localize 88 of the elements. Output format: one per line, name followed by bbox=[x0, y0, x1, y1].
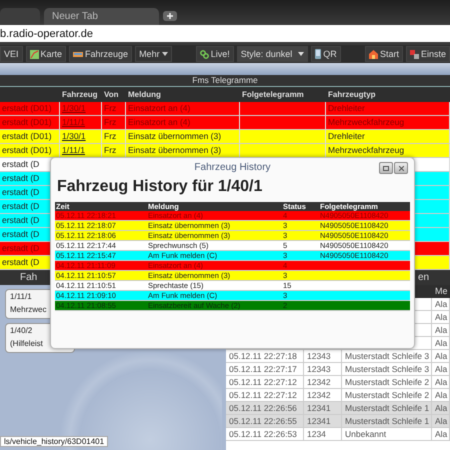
table-cell: 12341 bbox=[304, 402, 342, 415]
table-cell: Einsatz übernommen (3) bbox=[126, 130, 240, 144]
close-button[interactable] bbox=[394, 162, 408, 174]
table-cell: Musterstadt Schleife 2 bbox=[342, 376, 432, 389]
table-cell: Ala bbox=[432, 298, 450, 311]
table-cell: erstadt (D01) bbox=[0, 130, 60, 144]
table-cell: Musterstadt Schleife 2 bbox=[342, 389, 432, 402]
table-cell: Frz bbox=[102, 144, 126, 158]
table-cell: Ala bbox=[432, 337, 450, 350]
table-cell: 12342 bbox=[304, 376, 342, 389]
link-icon bbox=[200, 50, 209, 58]
address-field[interactable]: b.radio-operator.de bbox=[0, 25, 450, 45]
house-icon bbox=[368, 50, 378, 58]
table-cell: 12343 bbox=[304, 363, 342, 376]
table-cell: 05.12.11 22:27:12 bbox=[226, 376, 304, 389]
dialog-heading: Fahrzeug History für 1/40/1 bbox=[57, 178, 262, 196]
table-cell: 05.12.11 22:27:12 bbox=[226, 389, 304, 402]
toolbar-button[interactable]: Karte bbox=[26, 46, 66, 62]
maximize-button[interactable] bbox=[379, 162, 393, 174]
table-cell: 05.12.11 22:27:17 bbox=[226, 363, 304, 376]
column-header: Fahrzeugtyp bbox=[326, 87, 450, 102]
table-cell: Ala bbox=[432, 350, 450, 363]
plus-icon bbox=[167, 13, 173, 19]
dialog-title: Fahrzeug History bbox=[194, 162, 271, 175]
status-url: ls/vehicle_history/63D01401 bbox=[0, 436, 108, 447]
table-cell: Mehrzweckfahrzeug bbox=[326, 116, 450, 130]
vehicle-icon bbox=[73, 50, 84, 58]
settings-icon bbox=[410, 50, 419, 58]
table-cell: Einsatz übernommen (3) bbox=[126, 144, 240, 158]
toolbar-button[interactable]: Start bbox=[364, 46, 403, 62]
vehicle-link[interactable]: 1/30/1 bbox=[62, 131, 86, 141]
menu-button[interactable]: Mehr bbox=[135, 46, 172, 62]
table-cell: Einsatzort an (4) bbox=[126, 102, 240, 116]
table-cell: 05.12.11 22:26:56 bbox=[226, 402, 304, 415]
column-header: Fahrzeug bbox=[60, 87, 102, 102]
table-cell: Ala bbox=[432, 363, 450, 376]
toolbar-button[interactable]: Einste bbox=[406, 46, 450, 62]
vehicle-card-text: (Hilfeleist bbox=[10, 339, 44, 348]
table-cell: erstadt (D01) bbox=[0, 116, 60, 130]
table-cell: 05.12.11 22:27:18 bbox=[226, 350, 304, 363]
table-cell: Musterstadt Schleife 3 bbox=[342, 350, 432, 363]
table-cell: Musterstadt Schleife 1 bbox=[342, 402, 432, 415]
style-select[interactable]: Style: dunkel bbox=[236, 46, 308, 62]
toolbar-button[interactable]: QR bbox=[311, 46, 341, 62]
table-cell: Unbekannt bbox=[342, 428, 432, 441]
table-cell: Mehrzweckfahrzeug bbox=[326, 144, 450, 158]
table-cell: 12343 bbox=[304, 350, 342, 363]
toolbar-button[interactable]: Live! bbox=[196, 46, 234, 62]
table-cell: Drehleiter bbox=[326, 102, 450, 116]
column-header: Me bbox=[432, 285, 450, 298]
table-cell: Musterstadt Schleife 3 bbox=[342, 363, 432, 376]
table-cell: 12341 bbox=[304, 415, 342, 428]
table-cell: 05.12.11 22:26:55 bbox=[226, 415, 304, 428]
toolbar-button[interactable]: Fahrzeuge bbox=[69, 46, 132, 62]
table-cell: 1234 bbox=[304, 428, 342, 441]
table-cell: Musterstadt Schleife 1 bbox=[342, 415, 432, 428]
maximize-icon bbox=[383, 166, 389, 170]
table-cell: Ala bbox=[432, 324, 450, 337]
table-cell: Ala bbox=[432, 415, 450, 428]
new-tab-button[interactable] bbox=[163, 11, 177, 21]
toolbar-button[interactable]: VEI bbox=[0, 46, 23, 62]
table-cell: 12342 bbox=[304, 389, 342, 402]
map-icon bbox=[30, 50, 39, 58]
table-cell: Frz bbox=[102, 130, 126, 144]
table-cell: erstadt (D01) bbox=[0, 102, 60, 116]
column-header bbox=[0, 87, 60, 102]
table-cell: Ala bbox=[432, 311, 450, 324]
table-cell: Drehleiter bbox=[326, 130, 450, 144]
table-cell: 05.12.11 22:26:53 bbox=[226, 428, 304, 441]
caret-icon bbox=[162, 52, 168, 56]
table-cell: Einsatzort an (4) bbox=[126, 116, 240, 130]
dropdown-arrow-icon bbox=[298, 52, 304, 56]
table-cell: Frz bbox=[102, 102, 126, 116]
table-cell: Frz bbox=[102, 116, 126, 130]
panel-title: Fms Telegramme bbox=[0, 75, 450, 87]
vehicle-link[interactable]: 1/11/1 bbox=[62, 145, 86, 155]
table-cell: Ala bbox=[432, 402, 450, 415]
phone-icon bbox=[315, 49, 322, 59]
table-cell: erstadt (D01) bbox=[0, 144, 60, 158]
browser-tab[interactable]: Neuer Tab bbox=[44, 8, 159, 25]
column-header: Meldung bbox=[126, 87, 240, 102]
vehicle-card-text: 1/40/2 bbox=[10, 326, 34, 335]
table-cell: Ala bbox=[432, 389, 450, 402]
table-cell: Ala bbox=[432, 376, 450, 389]
close-icon bbox=[398, 166, 404, 170]
table-cell: Ala bbox=[432, 428, 450, 441]
column-header: Folgetelegramm bbox=[240, 87, 326, 102]
column-header: Von bbox=[102, 87, 126, 102]
